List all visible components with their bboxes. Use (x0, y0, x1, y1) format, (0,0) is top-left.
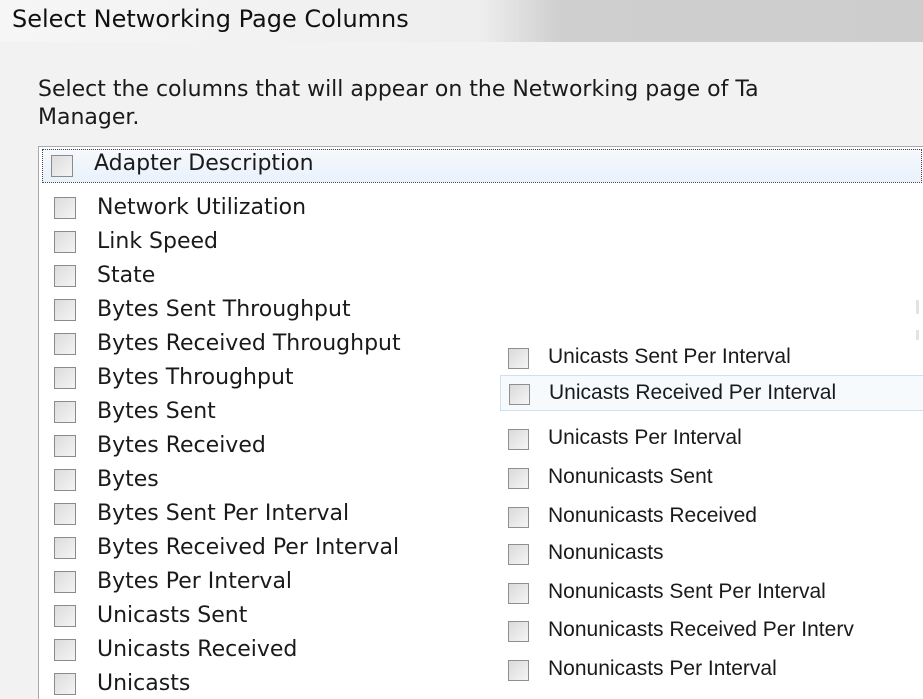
checkbox[interactable] (54, 401, 76, 423)
item-label: Bytes Throughput (97, 365, 294, 390)
checkbox[interactable] (51, 155, 73, 177)
list-item[interactable]: Nonunicasts (500, 536, 923, 570)
item-label: Bytes Per Interval (97, 569, 293, 594)
checkbox[interactable] (54, 503, 76, 525)
checkbox[interactable] (509, 384, 530, 405)
item-label: Unicasts Received (97, 637, 298, 662)
list-item[interactable]: Nonunicasts Sent Per Interval (500, 575, 923, 609)
list-item[interactable]: Nonunicasts Sent (500, 460, 923, 494)
item-label: State (97, 263, 156, 288)
item-label: Nonunicasts Sent (548, 465, 713, 488)
item-label: Unicasts Sent (97, 603, 248, 628)
item-label: Unicasts Sent Per Interval (548, 345, 791, 368)
checkbox[interactable] (508, 507, 529, 528)
item-label: Bytes Received Throughput (97, 331, 401, 356)
list-item[interactable]: Unicasts Sent Per Interval (500, 340, 923, 374)
list-item[interactable]: Unicasts Received Per Interval (500, 375, 923, 411)
item-label: Bytes Received Per Interval (97, 535, 400, 560)
list-item[interactable]: Bytes Sent Throughput (44, 294, 923, 324)
item-label: Link Speed (97, 229, 219, 254)
checkbox[interactable] (54, 333, 76, 355)
list-item[interactable]: Nonunicasts Per Interval (500, 652, 923, 686)
item-label: Unicasts Per Interval (548, 426, 742, 449)
checkbox[interactable] (54, 231, 76, 253)
checkbox[interactable] (54, 435, 76, 457)
item-label: Bytes Sent Throughput (97, 297, 351, 322)
checkbox[interactable] (54, 571, 76, 593)
item-label: Network Utilization (97, 195, 307, 220)
list-item[interactable]: Unicasts Per Interval (500, 421, 923, 455)
checkbox[interactable] (508, 660, 529, 681)
list-item[interactable]: Link Speed (44, 226, 923, 256)
list-item[interactable]: Nonunicasts Received Per Interv (500, 613, 923, 647)
checkbox[interactable] (508, 583, 529, 604)
list-item[interactable]: Network Utilization (44, 192, 923, 222)
item-label: Bytes Sent (97, 399, 216, 424)
checkbox[interactable] (54, 605, 76, 627)
item-label: Nonunicasts (548, 541, 664, 564)
checkbox[interactable] (54, 673, 76, 695)
checkbox[interactable] (54, 265, 76, 287)
item-label: Nonunicasts Sent Per Interval (548, 580, 826, 603)
list-item[interactable]: Adapter Description (42, 149, 922, 183)
item-label: Nonunicasts Received (548, 504, 757, 527)
checkbox[interactable] (508, 348, 529, 369)
checkbox[interactable] (54, 367, 76, 389)
checkbox[interactable] (54, 469, 76, 491)
checkbox[interactable] (508, 429, 529, 450)
scroll-mark (916, 300, 919, 314)
item-label: Nonunicasts Per Interval (548, 657, 777, 680)
list-item[interactable]: State (44, 260, 923, 290)
description-line-1: Select the columns that will appear on t… (38, 77, 759, 102)
checkbox[interactable] (54, 197, 76, 219)
window-title: Select Networking Page Columns (12, 5, 409, 33)
item-label: Unicasts Received Per Interval (549, 381, 837, 404)
description-line-2: Manager. (38, 105, 140, 130)
checkbox[interactable] (54, 299, 76, 321)
checkbox[interactable] (54, 639, 76, 661)
item-label: Bytes Sent Per Interval (97, 501, 350, 526)
list-item[interactable]: Nonunicasts Received (500, 499, 923, 533)
checkbox[interactable] (54, 537, 76, 559)
columns-checklist-continued[interactable]: Unicasts Sent Per Interval Unicasts Rece… (500, 340, 923, 698)
checkbox[interactable] (508, 468, 529, 489)
checkbox[interactable] (508, 544, 529, 565)
item-label: Unicasts (97, 671, 191, 696)
item-label: Adapter Description (94, 151, 314, 176)
item-label: Bytes (97, 467, 159, 492)
description-text: Select the columns that will appear on t… (38, 76, 759, 132)
checkbox[interactable] (508, 621, 529, 642)
item-label: Nonunicasts Received Per Interv (548, 618, 854, 641)
title-bar: Select Networking Page Columns (0, 0, 923, 42)
item-label: Bytes Received (97, 433, 266, 458)
